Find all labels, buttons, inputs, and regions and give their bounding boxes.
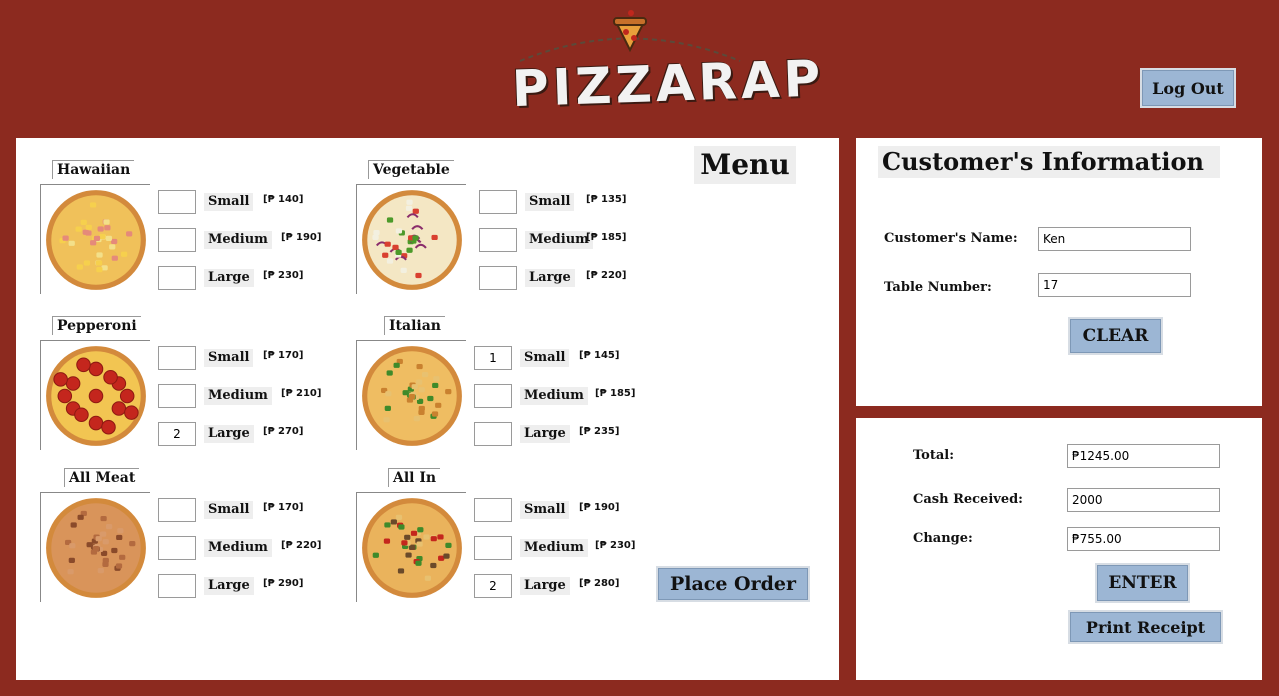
size-label: Small: [525, 193, 575, 211]
enter-button[interactable]: ENTER: [1095, 563, 1190, 603]
logout-button[interactable]: Log Out: [1140, 68, 1236, 108]
cash-received-label: Cash Received:: [913, 492, 1023, 507]
size-label: Large: [204, 425, 254, 443]
price-label: [₱ 270]: [263, 426, 304, 437]
clear-button[interactable]: CLEAR: [1068, 317, 1163, 355]
vegetable-pizza-image: [356, 184, 466, 294]
quantity-input[interactable]: 1: [474, 346, 512, 370]
pizza-name-label: Hawaiian: [52, 160, 135, 179]
quantity-input[interactable]: [158, 498, 196, 522]
price-label: [₱ 290]: [263, 578, 304, 589]
pizza-name-label: Pepperoni: [52, 316, 141, 335]
quantity-input[interactable]: [479, 190, 517, 214]
quantity-input[interactable]: [474, 422, 512, 446]
size-label: Large: [204, 577, 254, 595]
customer-title: Customer's Information: [878, 146, 1220, 178]
place-order-button[interactable]: Place Order: [656, 566, 810, 602]
table-number-field[interactable]: 17: [1038, 273, 1191, 297]
quantity-input[interactable]: [158, 346, 196, 370]
size-label: Large: [520, 425, 570, 443]
price-label: [₱ 145]: [579, 350, 620, 361]
price-label: [₱ 235]: [579, 426, 620, 437]
hawaiian-pizza-image: [40, 184, 150, 294]
quantity-input[interactable]: [158, 228, 196, 252]
italian-pizza-image: [356, 340, 466, 450]
size-label: Medium: [525, 231, 593, 249]
change-field[interactable]: ₱755.00: [1067, 527, 1220, 551]
total-label: Total:: [913, 448, 955, 463]
quantity-input[interactable]: 2: [158, 422, 196, 446]
quantity-input[interactable]: [474, 384, 512, 408]
size-label: Medium: [520, 539, 588, 557]
size-label: Small: [204, 193, 254, 211]
customer-name-field[interactable]: Ken: [1038, 227, 1191, 251]
quantity-input[interactable]: [474, 536, 512, 560]
size-label: Small: [520, 501, 570, 519]
size-label: Small: [520, 349, 570, 367]
price-label: [₱ 280]: [579, 578, 620, 589]
pizza-name-label: All Meat: [64, 468, 140, 487]
all-in-pizza-image: [356, 492, 466, 602]
print-receipt-button[interactable]: Print Receipt: [1068, 610, 1223, 644]
size-label: Large: [525, 269, 575, 287]
price-label: [₱ 190]: [281, 232, 322, 243]
change-label: Change:: [913, 531, 973, 546]
quantity-input[interactable]: [479, 266, 517, 290]
quantity-input[interactable]: [479, 228, 517, 252]
quantity-input[interactable]: [158, 266, 196, 290]
menu-title: Menu: [694, 146, 796, 184]
table-number-label: Table Number:: [884, 280, 992, 295]
price-label: [₱ 185]: [586, 232, 627, 243]
customer-name-label: Customer's Name:: [884, 231, 1018, 246]
size-label: Large: [204, 269, 254, 287]
pizza-name-label: All In: [388, 468, 441, 487]
price-label: [₱ 190]: [579, 502, 620, 513]
quantity-input[interactable]: [158, 190, 196, 214]
price-label: [₱ 140]: [263, 194, 304, 205]
price-label: [₱ 220]: [281, 540, 322, 551]
price-label: [₱ 220]: [586, 270, 627, 281]
price-label: [₱ 135]: [586, 194, 627, 205]
quantity-input[interactable]: 2: [474, 574, 512, 598]
quantity-input[interactable]: [474, 498, 512, 522]
size-label: Medium: [204, 387, 272, 405]
size-label: Medium: [204, 539, 272, 557]
cash-received-field[interactable]: 2000: [1067, 488, 1220, 512]
size-label: Small: [204, 501, 254, 519]
pepperoni-pizza-image: [40, 340, 150, 450]
price-label: [₱ 170]: [263, 502, 304, 513]
pizza-name-label: Vegetable: [368, 160, 454, 179]
size-label: Small: [204, 349, 254, 367]
price-label: [₱ 185]: [595, 388, 636, 399]
quantity-input[interactable]: [158, 574, 196, 598]
logo: PIZZARAP: [500, 6, 826, 136]
total-field[interactable]: ₱1245.00: [1067, 444, 1220, 468]
price-label: [₱ 230]: [595, 540, 636, 551]
quantity-input[interactable]: [158, 384, 196, 408]
price-label: [₱ 230]: [263, 270, 304, 281]
all-meat-pizza-image: [40, 492, 150, 602]
size-label: Medium: [204, 231, 272, 249]
price-label: [₱ 170]: [263, 350, 304, 361]
size-label: Medium: [520, 387, 588, 405]
logo-text: PIZZARAP: [511, 49, 826, 119]
pizza-name-label: Italian: [384, 316, 445, 335]
customer-panel: [856, 138, 1262, 406]
price-label: [₱ 210]: [281, 388, 322, 399]
size-label: Large: [520, 577, 570, 595]
quantity-input[interactable]: [158, 536, 196, 560]
